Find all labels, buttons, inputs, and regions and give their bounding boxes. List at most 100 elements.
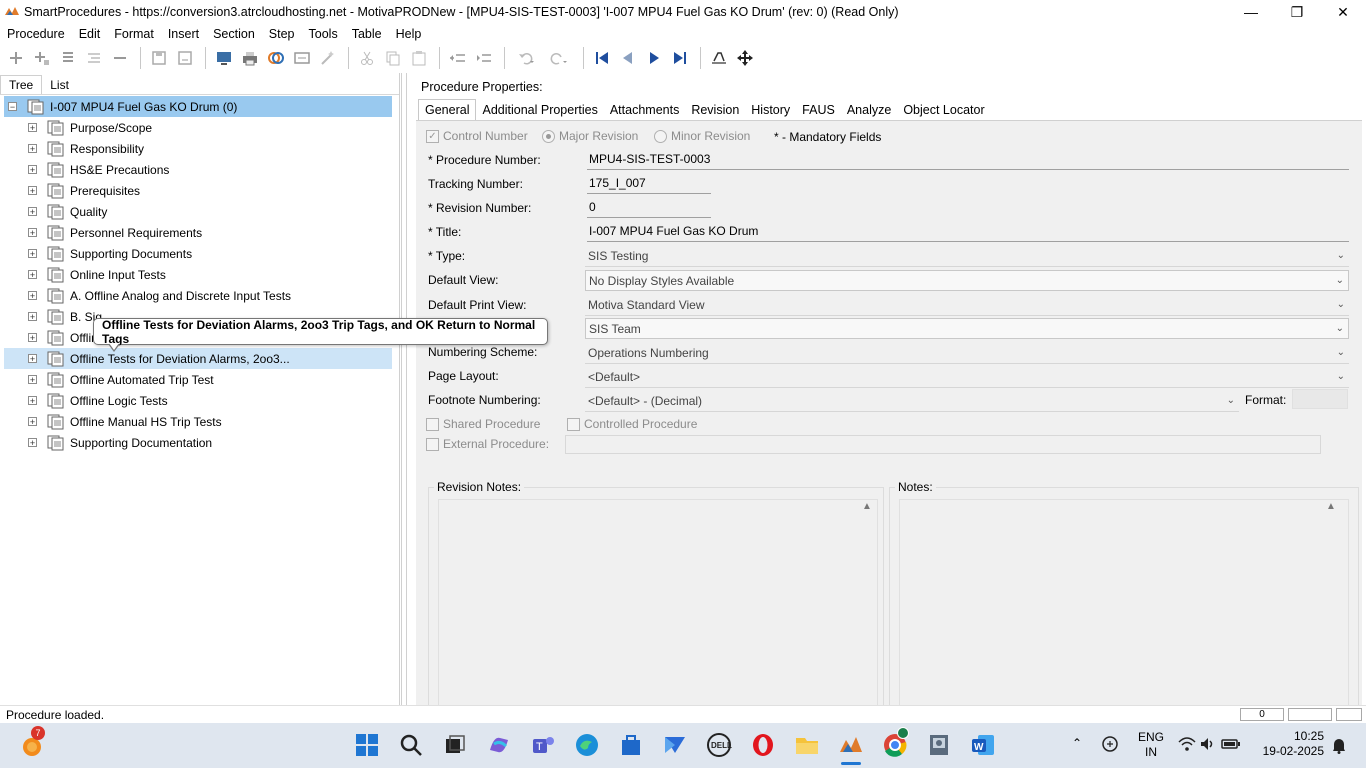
add-button[interactable] bbox=[4, 47, 27, 69]
tree-item[interactable]: + Offline Logic Tests bbox=[4, 390, 392, 411]
tree-item[interactable]: + Purpose/Scope bbox=[4, 117, 392, 138]
paste-button[interactable] bbox=[407, 47, 430, 69]
tree-item[interactable]: + HS&E Precautions bbox=[4, 159, 392, 180]
store-app[interactable] bbox=[617, 731, 645, 759]
tab-additional-properties[interactable]: Additional Properties bbox=[476, 100, 603, 120]
notes-textarea[interactable] bbox=[899, 499, 1349, 709]
minor-revision-radio[interactable]: Minor Revision bbox=[654, 129, 750, 143]
dell-app[interactable]: DELL bbox=[705, 731, 733, 759]
start-button[interactable] bbox=[353, 731, 381, 759]
controlled-procedure-checkbox[interactable]: Controlled Procedure bbox=[567, 417, 697, 431]
collapse-icon[interactable]: − bbox=[8, 102, 17, 111]
menu-insert[interactable]: Insert bbox=[161, 27, 206, 41]
expand-icon[interactable]: + bbox=[28, 228, 37, 237]
copy-button[interactable] bbox=[381, 47, 404, 69]
form-button[interactable] bbox=[290, 47, 313, 69]
notifications-button[interactable] bbox=[1331, 736, 1347, 757]
remote-app[interactable] bbox=[925, 731, 953, 759]
external-procedure-checkbox[interactable]: External Procedure: bbox=[426, 437, 549, 451]
copilot-app[interactable] bbox=[485, 731, 513, 759]
expand-icon[interactable]: + bbox=[28, 144, 37, 153]
revision-notes-textarea[interactable] bbox=[438, 499, 878, 709]
remove-button[interactable] bbox=[108, 47, 131, 69]
menu-procedure[interactable]: Procedure bbox=[0, 27, 72, 41]
menu-format[interactable]: Format bbox=[107, 27, 161, 41]
footnote-numbering-select[interactable]: <Default> - (Decimal) ⌄ bbox=[585, 391, 1239, 412]
tab-tree[interactable]: Tree bbox=[0, 75, 43, 94]
numbering-scheme-select[interactable]: Operations Numbering ⌄ bbox=[585, 343, 1349, 364]
tab-general[interactable]: General bbox=[418, 99, 477, 120]
tree-item[interactable]: + Personnel Requirements bbox=[4, 222, 392, 243]
file-explorer-app[interactable] bbox=[793, 731, 821, 759]
search-button[interactable] bbox=[707, 47, 730, 69]
type-select[interactable]: SIS Testing ⌄ bbox=[585, 246, 1349, 267]
refresh-button[interactable] bbox=[264, 47, 287, 69]
publish-button[interactable] bbox=[212, 47, 235, 69]
revision-number-field[interactable]: 0 bbox=[587, 198, 711, 218]
save-all-button[interactable] bbox=[173, 47, 196, 69]
control-number-checkbox[interactable]: ✓ Control Number bbox=[426, 129, 528, 143]
power-automate-app[interactable] bbox=[661, 731, 689, 759]
menu-tools[interactable]: Tools bbox=[302, 27, 345, 41]
expand-icon[interactable]: + bbox=[28, 354, 37, 363]
word-app[interactable]: W bbox=[969, 731, 997, 759]
weather-widget[interactable]: 7 bbox=[18, 726, 46, 759]
expand-icon[interactable]: + bbox=[28, 270, 37, 279]
next-button[interactable] bbox=[642, 47, 665, 69]
tab-analyze[interactable]: Analyze bbox=[841, 100, 897, 120]
scroll-up-icon[interactable]: ▲ bbox=[1326, 501, 1336, 512]
task-view-button[interactable] bbox=[441, 731, 469, 759]
menu-help[interactable]: Help bbox=[389, 27, 429, 41]
expand-icon[interactable]: + bbox=[28, 291, 37, 300]
tree-item[interactable]: + Online Input Tests bbox=[4, 264, 392, 285]
tree-root[interactable]: − I-007 MPU4 Fuel Gas KO Drum (0) bbox=[4, 96, 392, 117]
tree-item[interactable]: + Supporting Documents bbox=[4, 243, 392, 264]
expand-icon[interactable]: + bbox=[28, 249, 37, 258]
expand-icon[interactable]: + bbox=[28, 312, 37, 321]
menu-table[interactable]: Table bbox=[345, 27, 389, 41]
tree-item[interactable]: + A. Offline Analog and Discrete Input Te… bbox=[4, 285, 392, 306]
tab-history[interactable]: History bbox=[745, 100, 796, 120]
language-indicator[interactable]: ENG IN bbox=[1138, 730, 1164, 760]
expand-icon[interactable]: + bbox=[28, 165, 37, 174]
minimize-button[interactable]: — bbox=[1228, 0, 1274, 24]
save-button[interactable] bbox=[147, 47, 170, 69]
network-status[interactable] bbox=[1101, 735, 1121, 756]
shared-procedure-checkbox[interactable]: Shared Procedure bbox=[426, 417, 540, 431]
smartprocedures-app[interactable] bbox=[837, 731, 865, 765]
search-button[interactable] bbox=[397, 731, 425, 759]
tracking-number-field[interactable]: 175_I_007 bbox=[587, 174, 711, 194]
outdent-button[interactable] bbox=[446, 47, 469, 69]
tree-item[interactable]: + Offline Manual HS Trip Tests bbox=[4, 411, 392, 432]
menu-step[interactable]: Step bbox=[262, 27, 302, 41]
tree-item[interactable]: + Prerequisites bbox=[4, 180, 392, 201]
tab-revision[interactable]: Revision bbox=[685, 100, 745, 120]
menu-section[interactable]: Section bbox=[206, 27, 262, 41]
title-field[interactable]: I-007 MPU4 Fuel Gas KO Drum bbox=[587, 222, 1349, 242]
indent-in-button[interactable] bbox=[472, 47, 495, 69]
chrome-app[interactable] bbox=[881, 727, 909, 759]
panel-splitter[interactable] bbox=[401, 73, 407, 705]
format-field[interactable] bbox=[1292, 389, 1348, 409]
add-child-button[interactable] bbox=[30, 47, 53, 69]
owner-select[interactable]: SIS Team ⌄ bbox=[585, 318, 1349, 339]
first-button[interactable] bbox=[590, 47, 613, 69]
tab-faus[interactable]: FAUS bbox=[796, 100, 841, 120]
scroll-up-icon[interactable]: ▲ bbox=[862, 501, 872, 512]
expand-icon[interactable]: + bbox=[28, 186, 37, 195]
move-button[interactable] bbox=[733, 47, 756, 69]
expand-icon[interactable]: + bbox=[28, 123, 37, 132]
tree-item-selected[interactable]: + Offline Tests for Deviation Alarms, 2oo… bbox=[4, 348, 392, 369]
tab-attachments[interactable]: Attachments bbox=[604, 100, 685, 120]
print-button[interactable] bbox=[238, 47, 261, 69]
expand-icon[interactable]: + bbox=[28, 375, 37, 384]
tree-item[interactable]: + Quality bbox=[4, 201, 392, 222]
default-view-select[interactable]: No Display Styles Available ⌄ bbox=[585, 270, 1349, 291]
expand-icon[interactable]: + bbox=[28, 207, 37, 216]
undo-button[interactable] bbox=[511, 47, 541, 69]
last-button[interactable] bbox=[668, 47, 691, 69]
external-procedure-field[interactable] bbox=[565, 435, 1321, 454]
redo-button[interactable] bbox=[544, 47, 574, 69]
list-button[interactable] bbox=[56, 47, 79, 69]
wifi-volume-battery[interactable] bbox=[1178, 736, 1241, 755]
